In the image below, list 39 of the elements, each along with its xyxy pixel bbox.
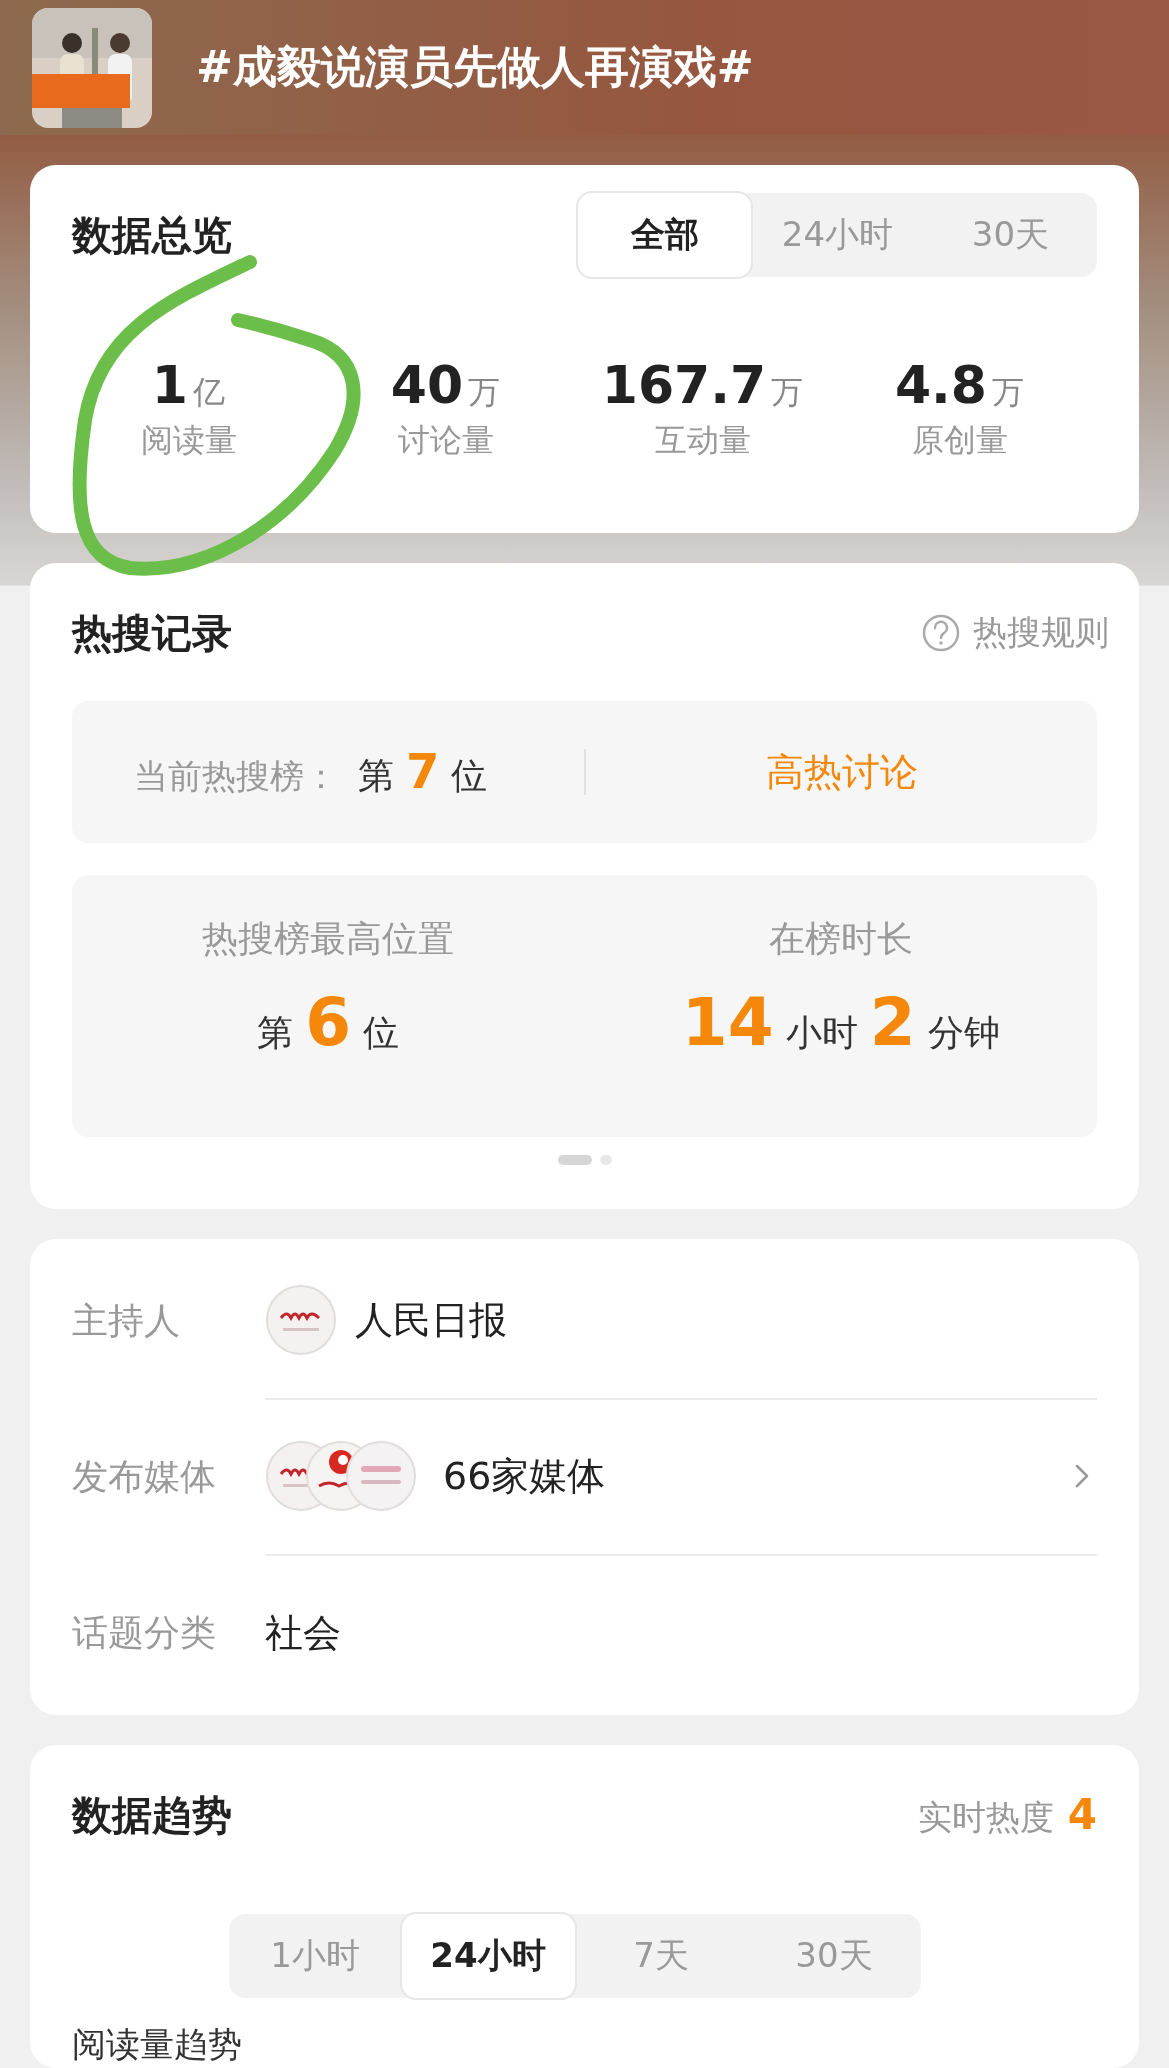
metric-label: 在榜时长 bbox=[768, 917, 913, 961]
stat-label: 讨论量 bbox=[397, 420, 494, 461]
heat-tag: 高热讨论 bbox=[586, 746, 1097, 798]
stat-label: 阅读量 bbox=[140, 420, 237, 461]
metric-label: 热搜榜最高位置 bbox=[202, 917, 455, 961]
chart-title: 阅读量趋势 bbox=[72, 2023, 243, 2066]
tab[interactable]: 全部 bbox=[578, 193, 751, 277]
topic-title: #成毅说演员先做人再演戏# bbox=[196, 40, 754, 94]
logo-icon bbox=[345, 1440, 417, 1512]
field-label: 主持人 bbox=[72, 1298, 181, 1343]
category-value: 社会 bbox=[265, 1609, 341, 1657]
stat-label: 原创量 bbox=[911, 420, 1008, 461]
logo-icon bbox=[265, 1284, 337, 1356]
media-count[interactable]: 66家媒体 bbox=[443, 1450, 1055, 1502]
section-title: 数据总览 bbox=[72, 210, 232, 260]
tab[interactable]: 30天 bbox=[747, 1914, 921, 1998]
host-name: 人民日报 bbox=[355, 1296, 507, 1344]
current-rank: 当前热搜榜： 第 7 位 bbox=[133, 743, 489, 801]
field-label: 话题分类 bbox=[72, 1610, 217, 1655]
metric-value: 14 小时 2 分钟 bbox=[681, 984, 1000, 1061]
metric-value: 第 6 位 bbox=[257, 984, 400, 1061]
help-icon bbox=[921, 613, 961, 653]
tab[interactable]: 24小时 bbox=[401, 1914, 575, 1998]
tab[interactable]: 30天 bbox=[924, 193, 1097, 277]
page-indicator[interactable] bbox=[557, 1155, 592, 1165]
tab[interactable]: 24小时 bbox=[751, 193, 924, 277]
stat-value: 4.8 万 bbox=[894, 355, 1025, 415]
field-label: 发布媒体 bbox=[72, 1454, 217, 1499]
section-title: 数据趋势 bbox=[72, 1790, 232, 1840]
tab[interactable]: 7天 bbox=[574, 1914, 748, 1998]
realtime-heat: 实时热度 4 bbox=[917, 1789, 1097, 1841]
rules-link[interactable]: 热搜规则 bbox=[921, 610, 1109, 656]
tab[interactable]: 1小时 bbox=[228, 1914, 402, 1998]
stat-value: 1 亿 bbox=[151, 355, 226, 415]
stat-value: 40 万 bbox=[390, 355, 501, 415]
section-title: 热搜记录 bbox=[72, 608, 232, 658]
stat-value: 167.7 万 bbox=[601, 355, 804, 415]
chevron-right-icon[interactable] bbox=[1073, 1464, 1091, 1488]
stat-label: 互动量 bbox=[654, 420, 751, 461]
